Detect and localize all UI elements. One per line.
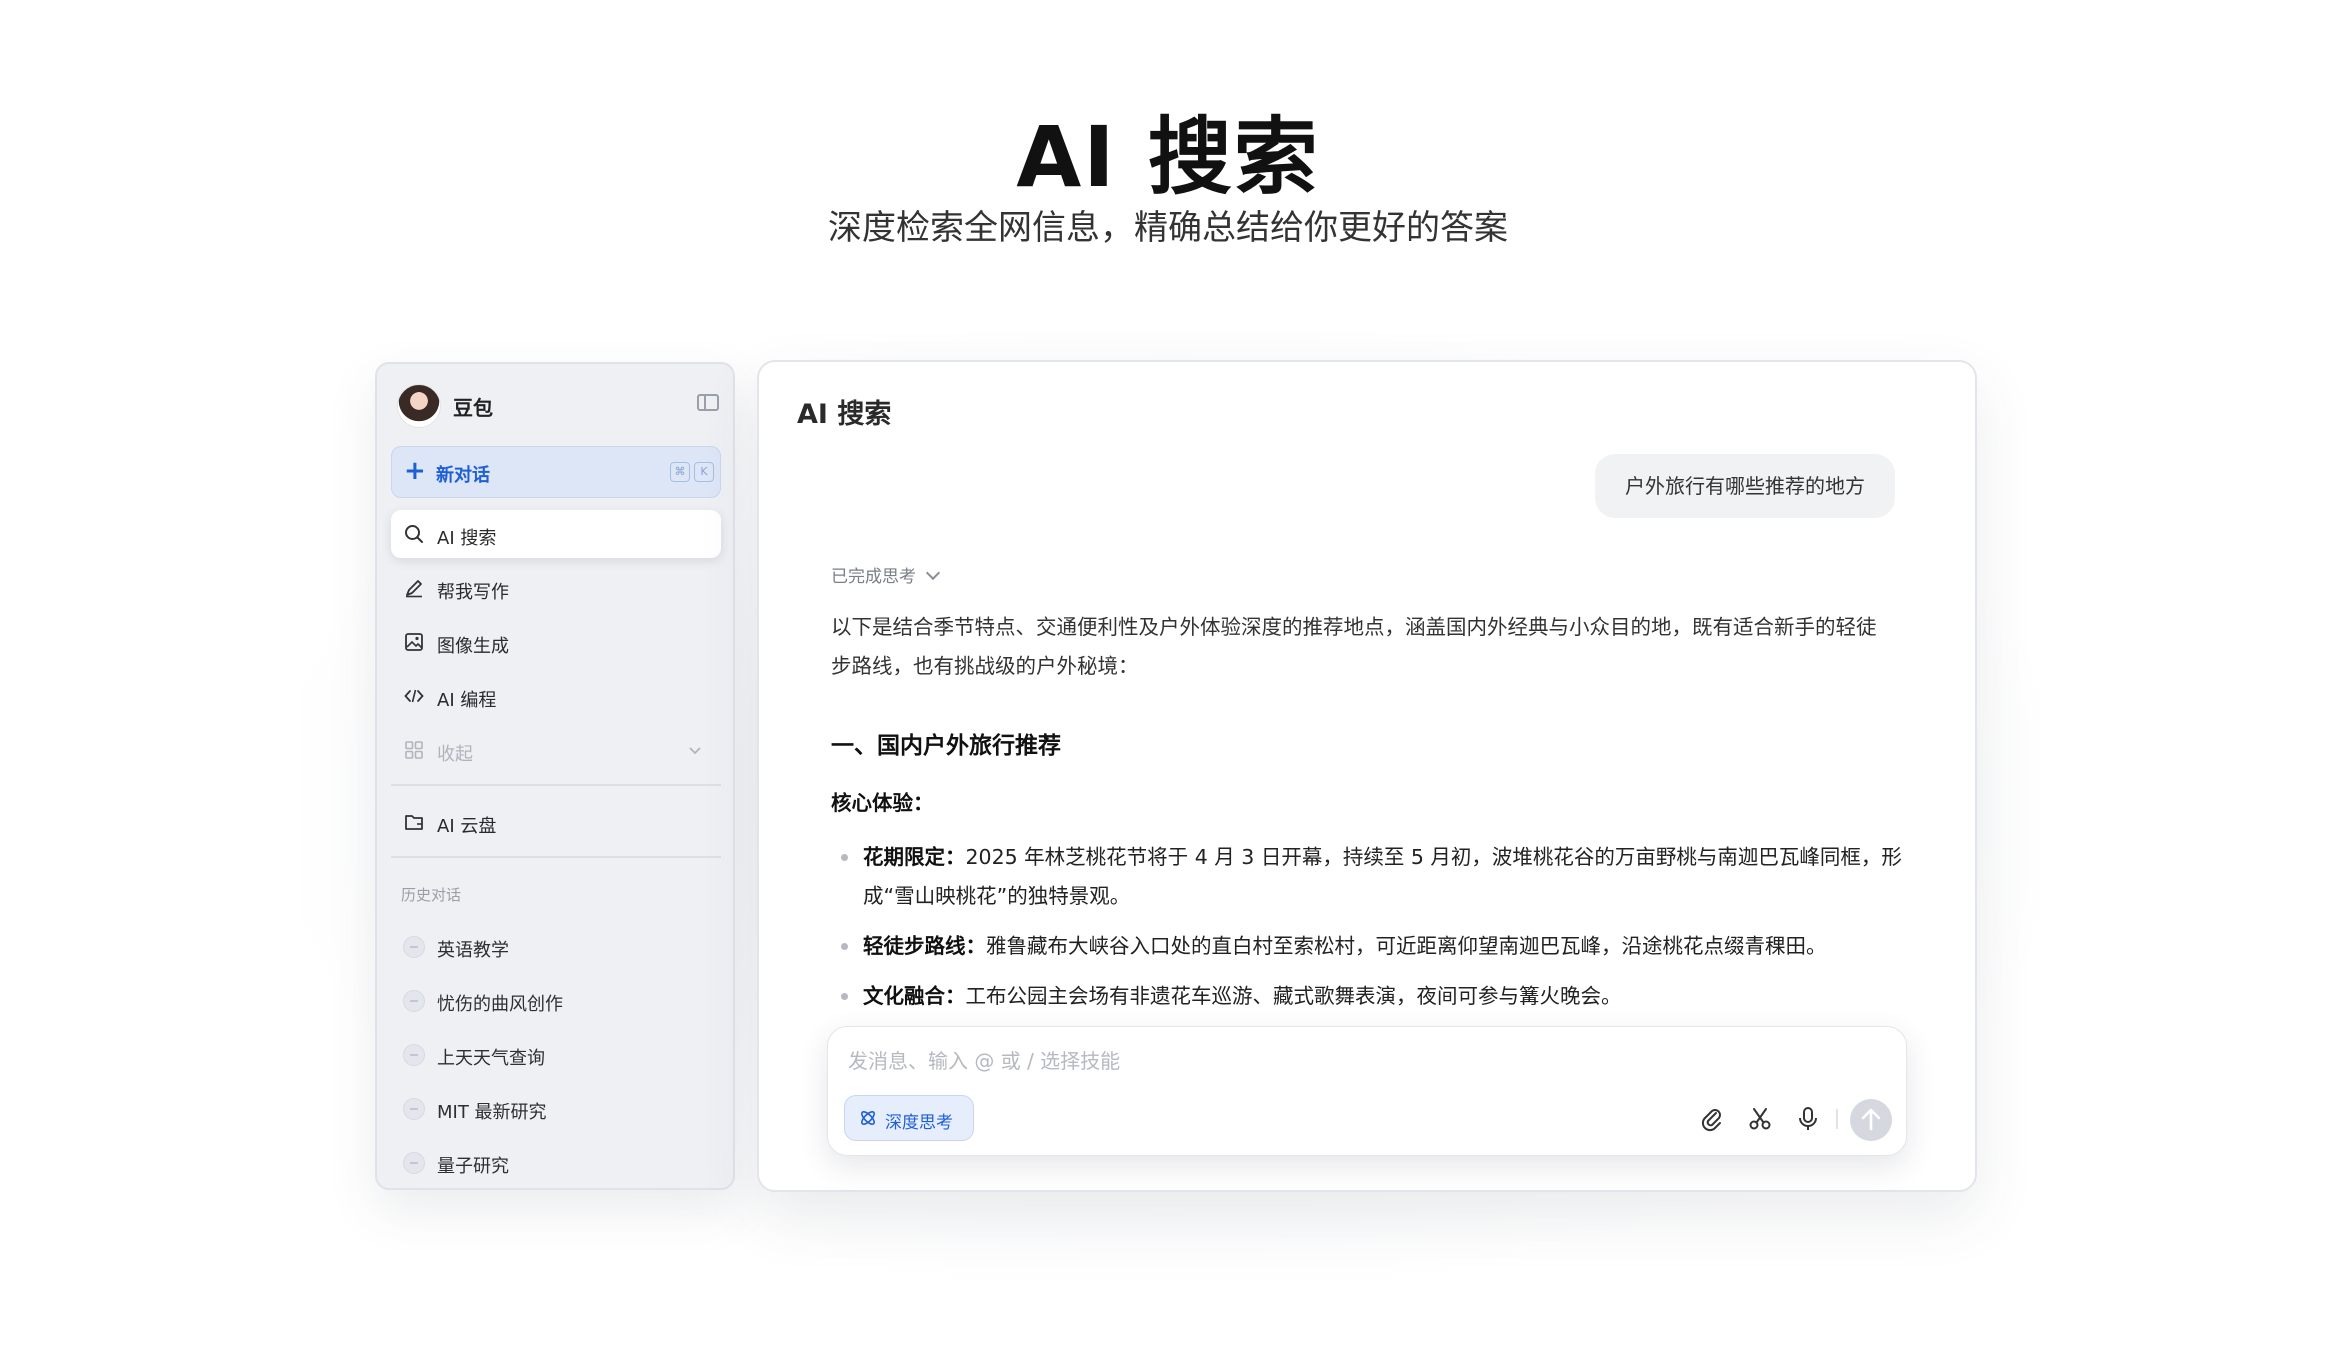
- history-item-label: 英语教学: [437, 940, 509, 961]
- sidebar-divider: [391, 856, 721, 858]
- history-item-label: MIT 最新研究: [437, 1102, 547, 1123]
- pen-icon: [406, 580, 422, 598]
- chat-bubble-icon: [403, 1098, 425, 1120]
- bullet-dot: [841, 854, 848, 861]
- answer-intro: 以下是结合季节特点、交通便利性及户外体验深度的推荐地点，涵盖国内外经典与小众目的…: [831, 615, 1877, 678]
- hero-title: AI 搜索: [1016, 108, 1320, 206]
- message-input[interactable]: [846, 1043, 1750, 1079]
- sidebar-item-ai-coding[interactable]: AI 编程: [391, 672, 721, 720]
- thinking-status-toggle[interactable]: 已完成思考: [831, 562, 941, 587]
- answer-subheading: 核心体验：: [831, 791, 934, 815]
- atom-icon: [861, 1111, 875, 1125]
- bullet-dot: [841, 943, 848, 950]
- bullet-text: 文化融合：工布公园主会场有非遗花车巡游、藏式歌舞表演，夜间可参与篝火晚会。: [863, 977, 1903, 1016]
- microphone-icon[interactable]: [1794, 1105, 1822, 1133]
- bullet-body: 工布公园主会场有非遗花车巡游、藏式歌舞表演，夜间可参与篝火晚会。: [965, 984, 1622, 1008]
- sidebar-item-writing[interactable]: 帮我写作: [391, 564, 721, 612]
- history-item[interactable]: MIT 最新研究: [391, 1086, 721, 1130]
- deep-think-label: 深度思考: [885, 1113, 953, 1133]
- thinking-status-label: 已完成思考: [831, 567, 916, 587]
- history-item[interactable]: 忧伤的曲风创作: [391, 978, 721, 1022]
- history-item[interactable]: 量子研究: [391, 1140, 721, 1184]
- bullet-body: 2025 年林芝桃花节将于 4 月 3 日开幕，持续至 5 月初，波堆桃花谷的万…: [863, 845, 1902, 908]
- chat-panel: AI 搜索 户外旅行有哪些推荐的地方 已完成思考 以下是结合季节特点、交通便利性…: [757, 360, 1977, 1192]
- sidebar-item-ai-cloud[interactable]: AI 云盘: [391, 798, 721, 846]
- paperclip-icon[interactable]: [1698, 1105, 1726, 1133]
- bullet-term: 轻徒步路线：: [863, 934, 986, 958]
- toolbar-separator: [1836, 1109, 1838, 1129]
- sidebar-item-label: AI 云盘: [437, 816, 497, 837]
- arrow-up-icon: [1861, 1108, 1881, 1131]
- image-icon: [405, 633, 423, 651]
- sidebar-item-collapse[interactable]: 收起: [391, 726, 721, 774]
- scissors-icon[interactable]: [1746, 1105, 1774, 1133]
- avatar[interactable]: [397, 384, 441, 428]
- grid-icon: [405, 741, 423, 759]
- sidebar-item-label: AI 搜索: [437, 528, 497, 549]
- hero-subtitle: 深度检索全网信息，精确总结给你更好的答案: [828, 208, 1508, 248]
- shortcut-cmd-key: ⌘: [670, 462, 690, 482]
- history-item-label: 上天天气查询: [437, 1048, 545, 1069]
- sidebar-item-image-generation[interactable]: 图像生成: [391, 618, 721, 666]
- search-sparkle-icon: [405, 525, 423, 543]
- bullet-text: 花期限定：2025 年林芝桃花节将于 4 月 3 日开幕，持续至 5 月初，波堆…: [863, 838, 1903, 916]
- app-name: 豆包: [453, 396, 493, 420]
- chat-bubble-icon: [403, 1152, 425, 1174]
- new-chat-label: 新对话: [436, 465, 490, 486]
- deep-think-button[interactable]: 深度思考: [844, 1095, 974, 1141]
- sidebar: 豆包 + 新对话 ⌘ K AI 搜索 帮我写作 图像生成 AI 编程 收起 AI…: [375, 362, 735, 1190]
- sidebar-item-ai-search[interactable]: AI 搜索: [391, 510, 721, 558]
- user-message-bubble: 户外旅行有哪些推荐的地方: [1595, 454, 1895, 518]
- sidebar-item-label: AI 编程: [437, 690, 497, 711]
- chat-bubble-icon: [403, 936, 425, 958]
- chevron-down-icon: [925, 565, 941, 581]
- bullet-text: 轻徒步路线：雅鲁藏布大峡谷入口处的直白村至索松村，可近距离仰望南迦巴瓦峰，沿途桃…: [863, 927, 1903, 966]
- chat-bubble-icon: [403, 990, 425, 1012]
- history-section-label: 历史对话: [401, 886, 462, 904]
- history-item-label: 量子研究: [437, 1156, 509, 1177]
- chevron-down-icon: [689, 747, 701, 755]
- send-button[interactable]: [1850, 1099, 1892, 1141]
- bullet-term: 文化融合：: [863, 984, 966, 1008]
- history-item[interactable]: 英语教学: [391, 924, 721, 968]
- chat-bubble-icon: [403, 1044, 425, 1066]
- cloud-folder-icon: [405, 815, 423, 830]
- chat-title: AI 搜索: [797, 399, 892, 430]
- bullet-body: 雅鲁藏布大峡谷入口处的直白村至索松村，可近距离仰望南迦巴瓦峰，沿途桃花点缀青稞田…: [986, 934, 1827, 958]
- sidebar-item-label: 帮我写作: [437, 582, 509, 603]
- history-item[interactable]: 上天天气查询: [391, 1032, 721, 1076]
- sidebar-divider: [391, 784, 721, 786]
- sidebar-header: 豆包: [391, 378, 721, 432]
- sidebar-item-label: 收起: [437, 744, 473, 765]
- history-item-label: 忧伤的曲风创作: [437, 994, 563, 1015]
- plus-icon: +: [404, 456, 426, 486]
- bullet-dot: [841, 993, 848, 1000]
- sidebar-item-label: 图像生成: [437, 636, 509, 657]
- message-composer: 深度思考: [827, 1026, 1907, 1156]
- bullet-term: 花期限定：: [863, 845, 966, 869]
- code-icon: [404, 689, 424, 703]
- sidebar-toggle-icon[interactable]: [697, 394, 719, 411]
- new-chat-button[interactable]: + 新对话 ⌘ K: [391, 446, 721, 498]
- shortcut-k-key: K: [694, 462, 714, 482]
- answer-heading: 一、国内户外旅行推荐: [831, 733, 1061, 759]
